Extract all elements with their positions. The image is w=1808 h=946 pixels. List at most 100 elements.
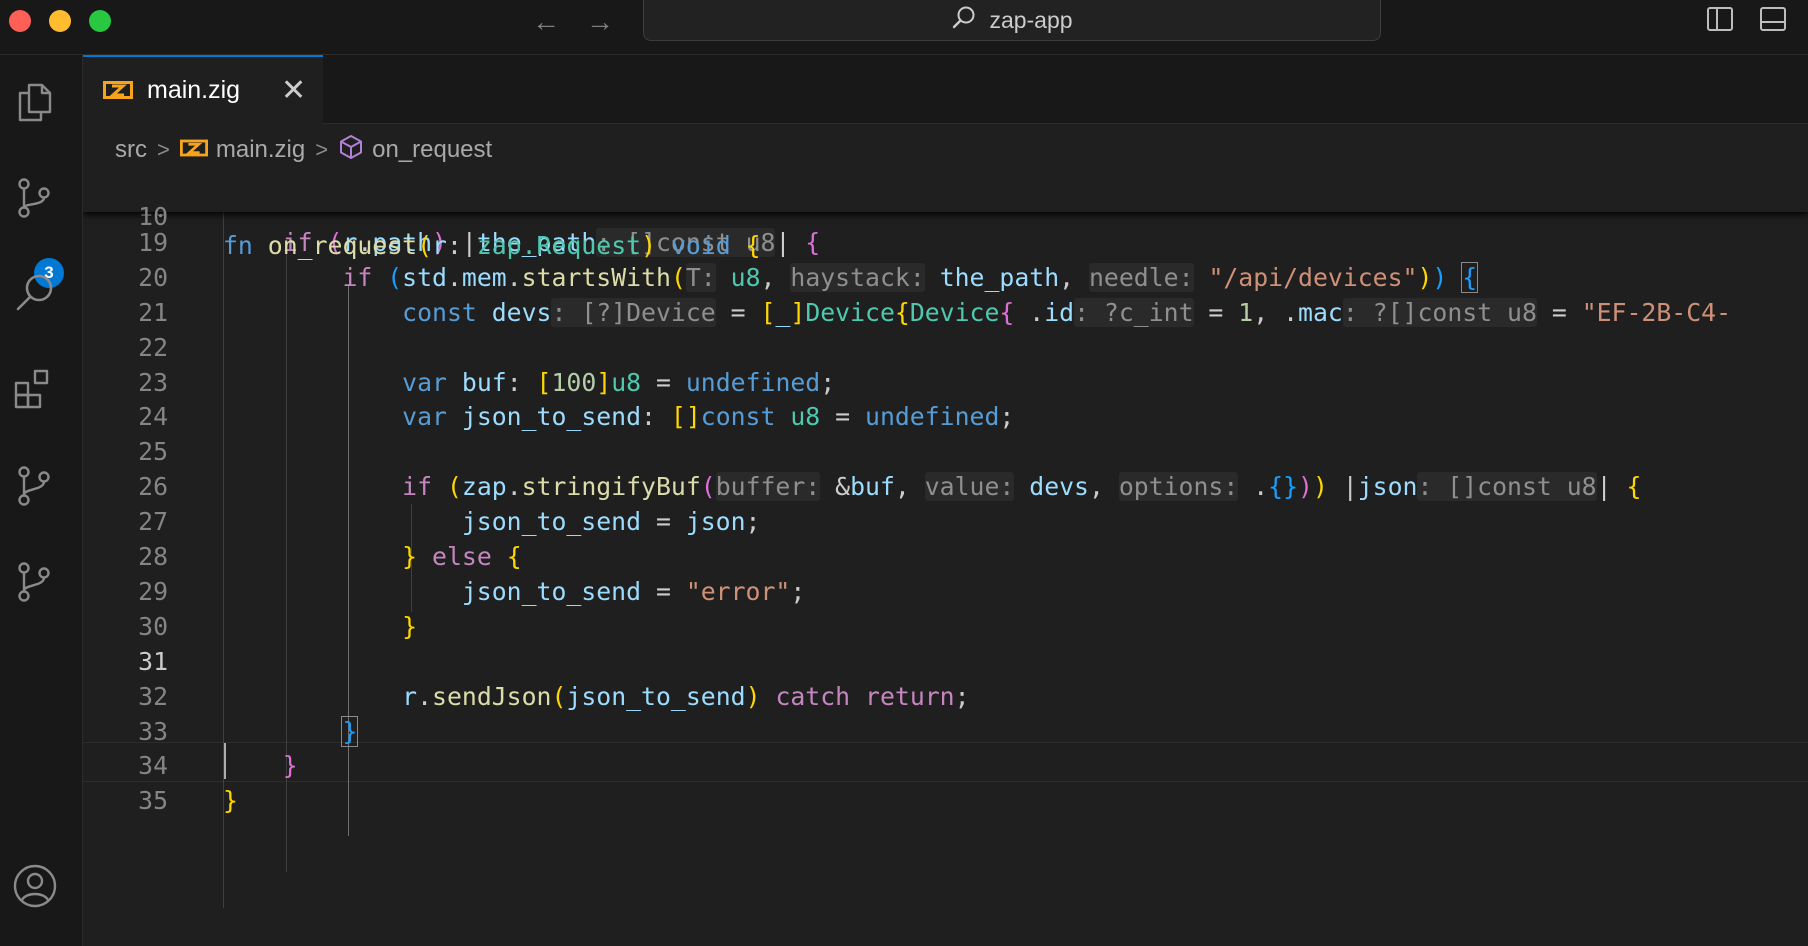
code-token: sendJson — [432, 682, 552, 711]
minimize-window-button[interactable] — [49, 10, 71, 32]
code-line[interactable]: 31 — [83, 642, 1808, 682]
code-token: 100 — [551, 368, 597, 397]
zoom-window-button[interactable] — [89, 10, 111, 32]
code-token: = — [641, 368, 686, 397]
code-token: ; — [954, 682, 970, 711]
breadcrumb-file[interactable]: main.zig — [216, 136, 305, 164]
git-graph-icon[interactable] — [12, 559, 58, 605]
code-token: id — [1044, 298, 1075, 327]
tab-main-zig[interactable]: main.zig ✕ — [83, 55, 323, 124]
code-token: u8 — [730, 263, 761, 292]
code-token: [] — [670, 402, 701, 431]
code-token: devs — [1029, 472, 1089, 501]
code-token: [ — [536, 368, 552, 397]
title-bar: ← → zap-app — [0, 0, 1808, 55]
code-token: ) — [1417, 263, 1433, 292]
breadcrumb-symbol[interactable]: on_request — [372, 136, 492, 164]
code-token: ; — [820, 368, 836, 397]
code-token: the_path — [939, 263, 1060, 292]
code-token: haystack: — [790, 263, 925, 292]
breadcrumb-folder[interactable]: src — [115, 136, 147, 164]
code-token: . — [417, 682, 433, 711]
code-token: { — [745, 231, 761, 260]
code-line[interactable]: 35} — [83, 781, 1808, 821]
code-token: _ — [775, 298, 791, 327]
code-token: : — [506, 368, 537, 397]
line-number: 30 — [138, 612, 168, 641]
code-line[interactable]: 24 var json_to_send: []const u8 = undefi… — [83, 397, 1808, 437]
code-token: return — [865, 682, 955, 711]
code-line[interactable]: 26 if (zap.stringifyBuf(buffer: &buf, va… — [83, 467, 1808, 507]
extensions-icon[interactable] — [12, 367, 58, 413]
sticky-line[interactable]: 10 fn on_request(r: zap.Request) void { — [83, 168, 1808, 260]
code-token: ; — [745, 507, 761, 536]
code-token: r — [432, 231, 447, 260]
code-token: . — [1014, 298, 1045, 327]
code-token: = — [641, 577, 686, 606]
close-window-button[interactable] — [9, 10, 31, 32]
code-line[interactable]: 32 r.sendJson(json_to_send) catch return… — [83, 677, 1808, 717]
code-token: zap. — [476, 231, 537, 260]
code-line[interactable]: 28 } else { — [83, 537, 1808, 577]
account-icon[interactable] — [12, 863, 58, 909]
code-token: zap — [461, 472, 507, 501]
code-token: stringifyBuf — [521, 472, 701, 501]
toggle-panel-icon[interactable] — [1759, 5, 1787, 33]
code-token: ; — [790, 577, 806, 606]
code-token: } — [402, 612, 418, 641]
code-line[interactable]: 25 — [83, 432, 1808, 472]
symbol-method-icon — [338, 134, 364, 167]
code-token: value: — [924, 472, 1015, 501]
code-text: fn on_request(r: zap.Request) void { — [223, 226, 761, 266]
code-editor[interactable]: 10 fn on_request(r: zap.Request) void { … — [83, 168, 1808, 946]
code-line[interactable]: 34 } — [83, 746, 1808, 786]
breadcrumb-separator: > — [157, 137, 170, 162]
code-line[interactable]: 22 — [83, 328, 1808, 368]
code-text: var json_to_send: []const u8 = undefined… — [223, 397, 1014, 437]
source-control-icon[interactable] — [12, 175, 58, 221]
toggle-sidebar-icon[interactable] — [1706, 5, 1734, 33]
line-number: 22 — [138, 333, 168, 362]
explorer-icon[interactable] — [12, 79, 58, 125]
command-center-search[interactable]: zap-app — [643, 0, 1381, 41]
code-line[interactable]: 27 json_to_send = json; — [83, 502, 1808, 542]
git-branch-icon[interactable] — [12, 463, 58, 509]
search-icon[interactable] — [12, 271, 58, 317]
code-token: { — [805, 228, 821, 257]
code-token: json_to_send — [461, 507, 642, 536]
code-token: | — [1596, 472, 1627, 501]
code-line[interactable]: 30 } — [83, 607, 1808, 647]
back-arrow-icon[interactable]: ← — [532, 6, 560, 38]
code-line[interactable]: 21 const devs: [?]Device = [_]Device{Dev… — [83, 293, 1808, 333]
code-line[interactable]: 29 json_to_send = "error"; — [83, 572, 1808, 612]
code-token: { — [1461, 262, 1479, 293]
code-token: = — [715, 298, 761, 327]
sticky-scroll-header[interactable]: 10 fn on_request(r: zap.Request) void { — [83, 168, 1808, 260]
code-token: Device — [805, 298, 895, 327]
code-token: r — [402, 682, 418, 711]
code-token: , — [1088, 472, 1119, 501]
close-tab-icon[interactable]: ✕ — [281, 73, 306, 108]
code-text: if (zap.stringifyBuf(buffer: &buf, value… — [223, 467, 1641, 507]
code-token: ( — [417, 231, 433, 260]
line-number: 32 — [138, 682, 168, 711]
code-token: "EF-2B-C4- — [1581, 298, 1731, 327]
forward-arrow-icon[interactable]: → — [586, 6, 614, 38]
window-title: zap-app — [989, 6, 1073, 33]
code-token: json — [1357, 472, 1418, 501]
